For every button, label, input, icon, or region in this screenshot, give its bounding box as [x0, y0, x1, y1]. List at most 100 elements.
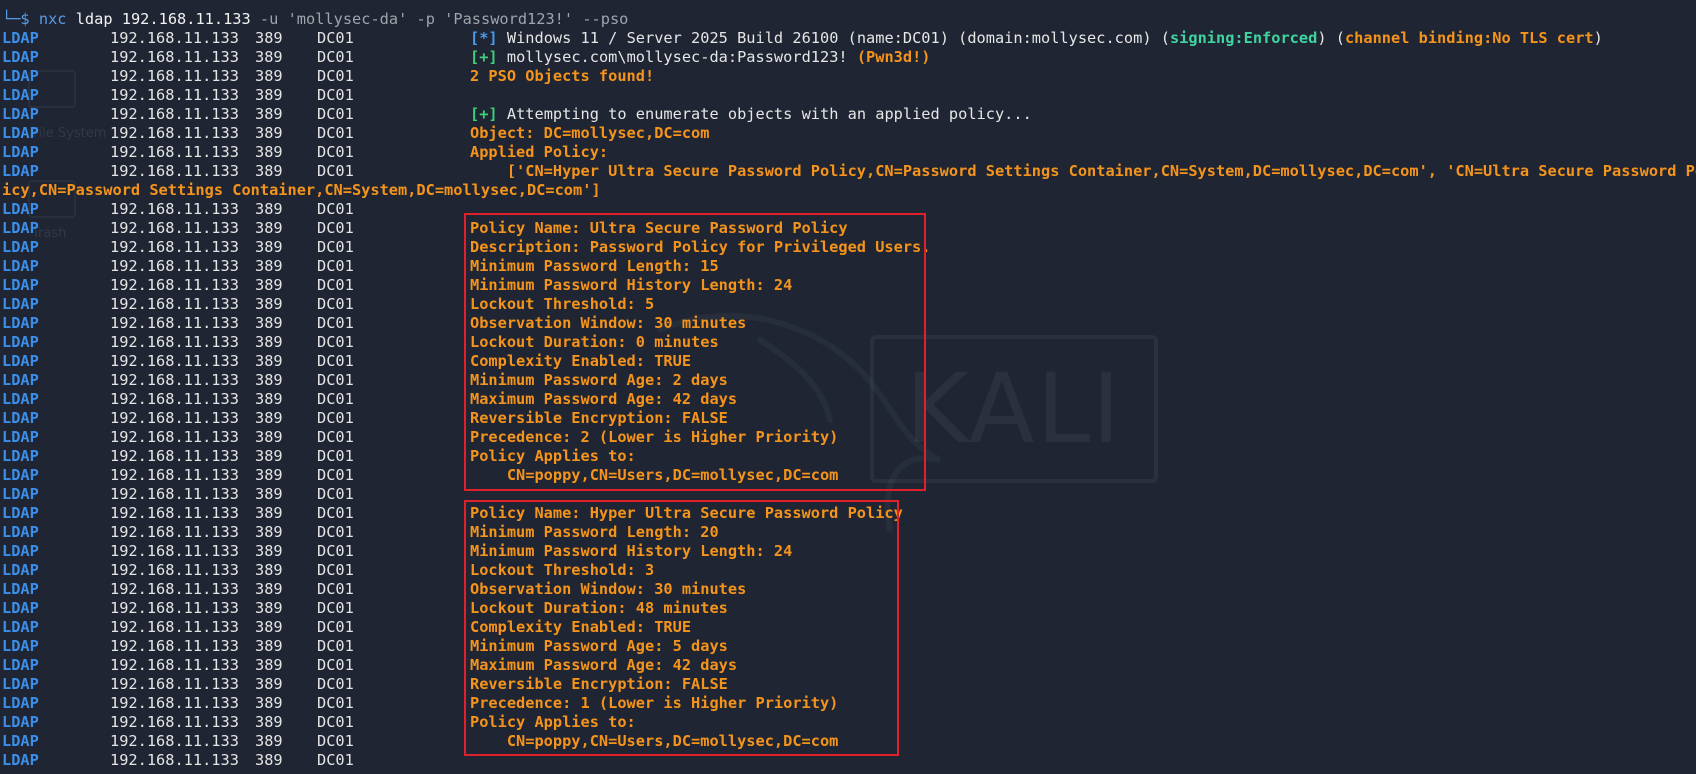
target-hostname: DC01 — [317, 124, 354, 142]
target-hostname: DC01 — [317, 732, 354, 750]
target-port: 389 — [255, 162, 283, 180]
protocol-label: LDAP — [2, 580, 39, 598]
protocol-label: LDAP — [2, 751, 39, 769]
output-line: LDAP 192.168.11.133 389 DC01 2 PSO Objects f… — [2, 67, 654, 86]
target-hostname: DC01 — [317, 409, 354, 427]
flag-pso: --pso — [582, 10, 629, 28]
target-port: 389 — [255, 428, 283, 446]
protocol-label: LDAP — [2, 314, 39, 332]
target-ip: 192.168.11.133 — [110, 105, 239, 123]
protocol-label: LDAP — [2, 143, 39, 161]
target-port: 389 — [255, 29, 283, 47]
target-hostname: DC01 — [317, 67, 354, 85]
output-line: icy,CN=Password Settings Container,CN=Sy… — [2, 181, 628, 200]
target-ip: 192.168.11.133 — [110, 257, 239, 275]
target-ip: 192.168.11.133 — [110, 371, 239, 389]
pwned-badge: (Pwn3d!) — [856, 48, 931, 66]
protocol-label: LDAP — [2, 523, 39, 541]
target-port: 389 — [255, 485, 283, 503]
policy1-highlight-box — [464, 213, 926, 491]
output-message: [+] mollysec.com\mollysec-da:Password123… — [470, 48, 931, 67]
output-line: LDAP 192.168.11.133 389 DC01 — [2, 86, 628, 105]
target-hostname: DC01 — [317, 504, 354, 522]
output-line: LDAP 192.168.11.133 389 DC01 ['CN=Hyper Ult… — [2, 162, 1696, 181]
target-port: 389 — [255, 86, 283, 104]
target-port: 389 — [255, 390, 283, 408]
target-ip: 192.168.11.133 — [110, 485, 239, 503]
target-port: 389 — [255, 466, 283, 484]
target-port: 389 — [255, 732, 283, 750]
target-ip: 192.168.11.133 — [110, 694, 239, 712]
target-hostname: DC01 — [317, 105, 354, 123]
target-ip: 192.168.11.133 — [110, 580, 239, 598]
target-hostname: DC01 — [317, 86, 354, 104]
target-ip: 192.168.11.133 — [110, 409, 239, 427]
target-ip: 192.168.11.133 — [110, 238, 239, 256]
protocol-label: LDAP — [2, 713, 39, 731]
target-hostname: DC01 — [317, 352, 354, 370]
protocol-label: LDAP — [2, 200, 39, 218]
target-ip: 192.168.11.133 — [110, 162, 239, 180]
target-port: 389 — [255, 124, 283, 142]
target-port: 389 — [255, 314, 283, 332]
target-port: 389 — [255, 200, 283, 218]
target-ip: 192.168.11.133 — [110, 618, 239, 636]
target-hostname: DC01 — [317, 485, 354, 503]
target-ip: 192.168.11.133 — [110, 333, 239, 351]
terminal-window[interactable]: File System Trash KALI └─$ nxc ldap 192.… — [0, 0, 1696, 774]
target-hostname: DC01 — [317, 219, 354, 237]
target-hostname: DC01 — [317, 599, 354, 617]
target-port: 389 — [255, 580, 283, 598]
arg-user: 'mollysec-da' — [287, 10, 408, 28]
target-port: 389 — [255, 504, 283, 522]
output-line: LDAP 192.168.11.133 389 DC01 [+] Attempting … — [2, 105, 1032, 124]
target-ip: 192.168.11.133 — [110, 219, 239, 237]
target-ip: 192.168.11.133 — [110, 599, 239, 617]
target-ip: 192.168.11.133 — [110, 675, 239, 693]
protocol-label: LDAP — [2, 447, 39, 465]
command-args: ldap 192.168.11.133 — [75, 10, 251, 28]
enum-applied: Applied Policy: — [470, 143, 609, 161]
target-ip: 192.168.11.133 — [110, 466, 239, 484]
protocol-label: LDAP — [2, 618, 39, 636]
output-line: LDAP 192.168.11.133 389 DC01 Applied Policy: — [2, 143, 628, 162]
target-port: 389 — [255, 105, 283, 123]
target-port: 389 — [255, 238, 283, 256]
arg-pass: 'Password123!' — [444, 10, 574, 28]
target-hostname: DC01 — [317, 390, 354, 408]
enum-object: Object: DC=mollysec,DC=com — [470, 124, 710, 142]
policy2-highlight-box — [464, 500, 899, 756]
target-hostname: DC01 — [317, 713, 354, 731]
target-hostname: DC01 — [317, 200, 354, 218]
target-ip: 192.168.11.133 — [110, 143, 239, 161]
protocol-label: LDAP — [2, 238, 39, 256]
target-ip: 192.168.11.133 — [110, 656, 239, 674]
protocol-label: LDAP — [2, 86, 39, 104]
protocol-label: LDAP — [2, 124, 39, 142]
target-port: 389 — [255, 637, 283, 655]
target-ip: 192.168.11.133 — [110, 713, 239, 731]
output-line: LDAP 192.168.11.133 389 DC01 [*] Windows 11 … — [2, 29, 1603, 48]
target-port: 389 — [255, 599, 283, 617]
target-port: 389 — [255, 542, 283, 560]
policy-list-wrapped: icy,CN=Password Settings Container,CN=Sy… — [2, 181, 601, 199]
protocol-label: LDAP — [2, 656, 39, 674]
target-port: 389 — [255, 219, 283, 237]
command-program: nxc — [38, 10, 67, 28]
protocol-label: LDAP — [2, 485, 39, 503]
target-port: 389 — [255, 295, 283, 313]
target-port: 389 — [255, 257, 283, 275]
protocol-label: LDAP — [2, 637, 39, 655]
protocol-label: LDAP — [2, 48, 39, 66]
target-hostname: DC01 — [317, 295, 354, 313]
target-port: 389 — [255, 523, 283, 541]
output-message: [+] Attempting to enumerate objects with… — [470, 105, 1032, 124]
target-hostname: DC01 — [317, 238, 354, 256]
output-message: Object: DC=mollysec,DC=com — [470, 124, 709, 143]
protocol-label: LDAP — [2, 599, 39, 617]
target-port: 389 — [255, 143, 283, 161]
target-hostname: DC01 — [317, 656, 354, 674]
output-message: [*] Windows 11 / Server 2025 Build 26100… — [470, 29, 1603, 48]
target-hostname: DC01 — [317, 162, 354, 180]
target-hostname: DC01 — [317, 371, 354, 389]
